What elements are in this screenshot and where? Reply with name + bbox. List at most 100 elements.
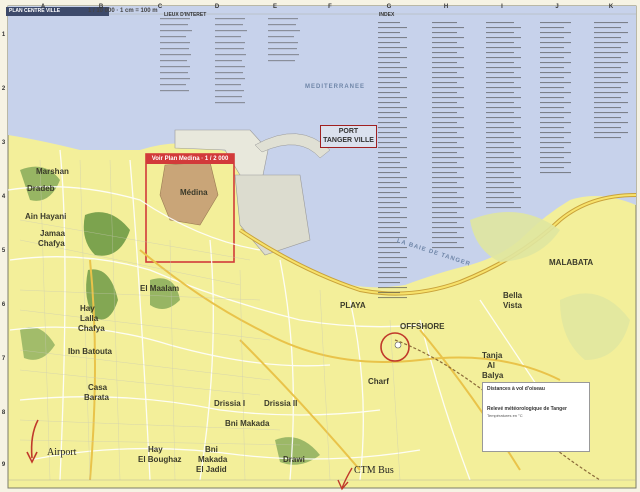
index-entry-line	[378, 222, 400, 224]
index-entry-line	[540, 27, 564, 29]
index-entry-line	[594, 132, 628, 134]
grid-letter: B	[98, 4, 104, 10]
district-label[interactable]: Balya	[482, 372, 503, 380]
district-label[interactable]: Bella	[503, 292, 522, 300]
index-entry-line	[486, 42, 514, 44]
index-entry-line	[540, 52, 571, 54]
index-entry-line	[540, 147, 564, 149]
index-entry-line	[540, 82, 571, 84]
index-entry-line	[594, 37, 621, 39]
city-map[interactable]: PLAN CENTRE VILLE 1 / 10 000 · 1 cm = 10…	[0, 0, 640, 492]
grid-letter: A	[40, 4, 46, 10]
index-entry-line	[378, 207, 407, 209]
index-entry-line	[432, 117, 464, 119]
index-entry-line	[378, 162, 400, 164]
index-entry-line	[486, 152, 514, 154]
district-label[interactable]: Lalla	[80, 315, 98, 323]
district-label[interactable]: MALABATA	[549, 259, 593, 267]
district-label[interactable]: Vista	[503, 302, 522, 310]
index-entry-line	[378, 47, 407, 49]
index-entry-line	[378, 212, 400, 214]
index-entry-line	[594, 112, 628, 114]
index-entry-line	[486, 22, 514, 24]
district-label[interactable]: Drissia I	[214, 400, 245, 408]
index-entry-line	[594, 22, 628, 24]
medina-box-label[interactable]: Voir Plan Medina · 1 / 2 000	[146, 154, 234, 164]
index-entry-line	[432, 202, 457, 204]
district-label[interactable]: Jamaa	[40, 230, 65, 238]
district-label[interactable]: Barata	[84, 394, 109, 402]
district-label[interactable]: Dradeb	[27, 185, 55, 193]
index-entry-line	[432, 62, 457, 64]
index-entry-line	[432, 72, 457, 74]
index-entry-line	[378, 282, 400, 284]
district-label[interactable]: Bni	[205, 446, 218, 454]
index-entry-line	[432, 37, 464, 39]
index-entry-line	[486, 52, 514, 54]
index-entry-line	[540, 22, 571, 24]
district-label[interactable]: OFFSHORE	[400, 323, 444, 331]
index-entry-line	[432, 52, 457, 54]
index-entry-line	[378, 97, 407, 99]
index-entry-line	[432, 207, 464, 209]
district-label[interactable]: PLAYA	[340, 302, 366, 310]
index-entry-line	[594, 77, 621, 79]
index-entry-line	[378, 182, 400, 184]
index-entry-line	[432, 77, 464, 79]
index-entry-line	[378, 157, 407, 159]
district-label[interactable]: Al	[487, 362, 495, 370]
district-label[interactable]: Médina	[180, 189, 208, 197]
index-entry-line	[486, 117, 521, 119]
district-label[interactable]: Drissia II	[264, 400, 297, 408]
district-label[interactable]: El Jadid	[196, 466, 227, 474]
port-tanger-ville-label[interactable]: PORT TANGER VILLE	[320, 125, 377, 148]
index-entry-line	[432, 237, 464, 239]
index-entry-line	[432, 222, 457, 224]
district-label[interactable]: Ibn Batouta	[68, 348, 112, 356]
district-label[interactable]: Ain Hayani	[25, 213, 66, 221]
index-entry-line	[486, 112, 514, 114]
index-entry-line	[486, 32, 514, 34]
points-of-interest-heading: LIEUX D'INTERET	[164, 12, 207, 18]
index-entry-line	[540, 42, 571, 44]
district-label[interactable]: Hay	[148, 446, 163, 454]
district-label[interactable]: Chafya	[78, 325, 105, 333]
index-entry-line	[540, 122, 571, 124]
district-label[interactable]: Marshan	[36, 168, 69, 176]
district-label[interactable]: Casa	[88, 384, 107, 392]
district-label[interactable]: Makada	[198, 456, 227, 464]
district-label[interactable]: Chafya	[38, 240, 65, 248]
index-entry-line	[540, 67, 564, 69]
index-entry-line	[540, 102, 571, 104]
index-entry-line	[432, 82, 457, 84]
index-entry-line	[378, 172, 400, 174]
index-entry-line	[594, 137, 621, 139]
grid-number: 7	[1, 356, 6, 362]
index-entry-line	[540, 47, 564, 49]
district-label[interactable]: Charf	[368, 378, 389, 386]
index-heading: INDEX	[379, 12, 395, 18]
district-label[interactable]: Hay	[80, 305, 95, 313]
index-entry-line	[540, 37, 564, 39]
index-entry-line	[432, 152, 457, 154]
district-label[interactable]: Bni Makada	[225, 420, 269, 428]
grid-number: 6	[1, 302, 6, 308]
index-entry-line	[378, 42, 400, 44]
index-entry-line	[486, 162, 514, 164]
grid-number: 4	[1, 194, 6, 200]
index-entry-line	[432, 42, 457, 44]
legend-panel: Distances à vol d'oiseau Relevé météorol…	[482, 382, 590, 452]
index-entry-line	[594, 72, 628, 74]
district-label[interactable]: Drawi	[283, 456, 305, 464]
index-entry-line	[432, 177, 464, 179]
index-entry-line	[594, 102, 628, 104]
index-entry-line	[378, 27, 407, 29]
index-entry-line	[432, 32, 457, 34]
grid-number: 1	[1, 32, 6, 38]
index-entry-line	[432, 92, 457, 94]
index-entry-line	[378, 32, 400, 34]
grid-letter: D	[214, 4, 220, 10]
district-label[interactable]: El Maalam	[140, 285, 179, 293]
district-label[interactable]: El Boughaz	[138, 456, 182, 464]
district-label[interactable]: Tanja	[482, 352, 502, 360]
